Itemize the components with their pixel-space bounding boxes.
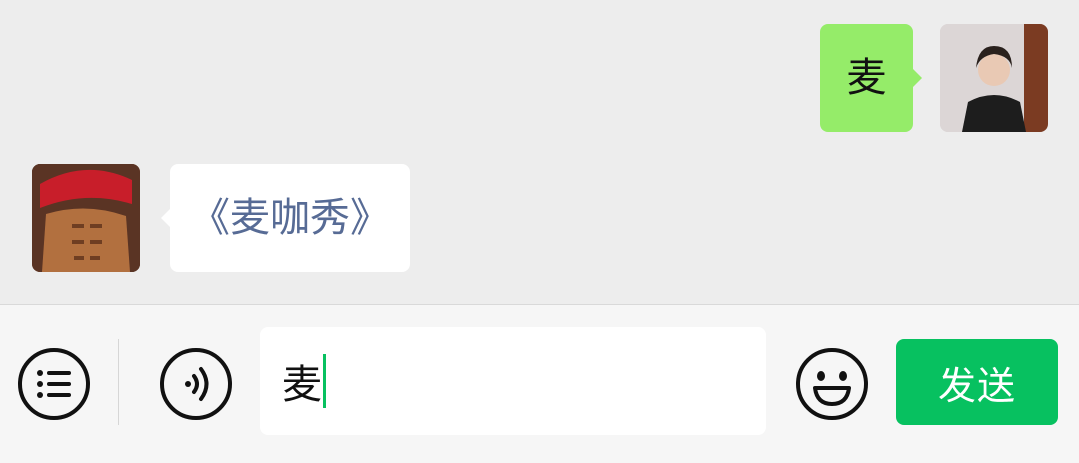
chat-area: 麦 《麦咖秀》 — [0, 0, 1079, 305]
text-caret — [323, 354, 326, 408]
message-bubble-other[interactable]: 《麦咖秀》 — [161, 164, 410, 272]
divider — [118, 339, 119, 425]
message-input-value: 麦 — [282, 362, 322, 408]
input-bar: 麦 发送 — [0, 304, 1079, 463]
list-button[interactable] — [16, 346, 92, 422]
send-button[interactable]: 发送 — [896, 339, 1058, 425]
voice-icon — [160, 348, 232, 420]
message-input[interactable]: 麦 — [260, 327, 766, 435]
avatar-self-image — [940, 24, 1048, 132]
avatar-other-image — [32, 164, 140, 272]
emoji-button[interactable] — [794, 346, 870, 422]
message-text-other: 《麦咖秀》 — [190, 195, 390, 241]
message-text-self: 麦 — [846, 55, 887, 101]
emoji-icon — [796, 348, 868, 420]
message-bubble-self[interactable]: 麦 — [820, 24, 922, 132]
avatar-other[interactable] — [32, 164, 140, 272]
voice-button[interactable] — [158, 346, 234, 422]
list-icon — [18, 348, 90, 420]
avatar-self[interactable] — [940, 24, 1048, 132]
